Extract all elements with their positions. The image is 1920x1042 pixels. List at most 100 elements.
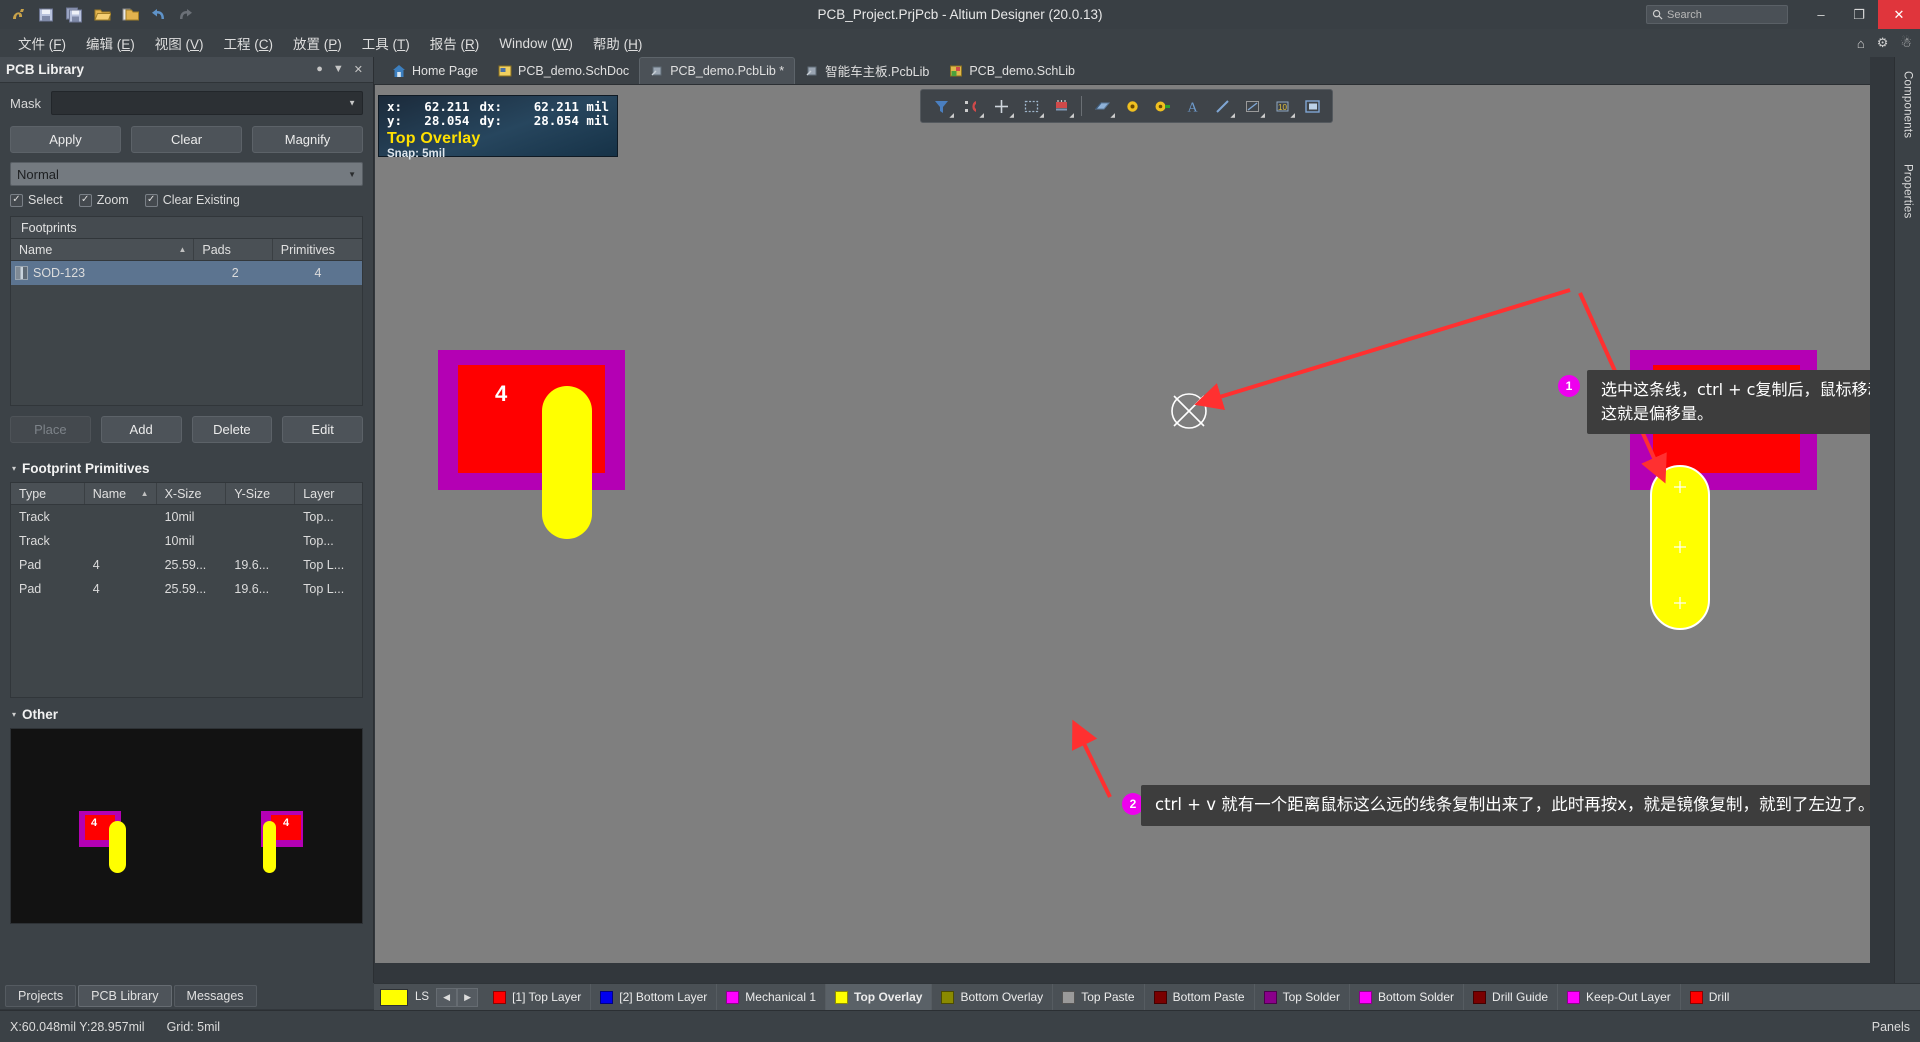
table-row[interactable]: SOD-123 2 4 bbox=[11, 261, 362, 285]
footprint-preview[interactable]: 4 4 bbox=[10, 728, 363, 924]
panel-tab-messages[interactable]: Messages bbox=[173, 985, 257, 1007]
layer-tab-top-solder[interactable]: Top Solder bbox=[1255, 983, 1350, 1011]
pin-icon[interactable]: ● bbox=[316, 63, 323, 76]
layer-tab-top-layer[interactable]: [1] Top Layer bbox=[484, 983, 592, 1011]
user-icon[interactable]: ☃ bbox=[1900, 35, 1912, 51]
place-via-icon[interactable] bbox=[1118, 93, 1146, 119]
checkbox-select[interactable]: ✓ Select bbox=[10, 193, 63, 207]
layer-tab-mechanical-1[interactable]: Mechanical 1 bbox=[717, 983, 827, 1011]
menu-edit[interactable]: 编辑 (E) bbox=[76, 30, 145, 56]
layer-tab-keep-out-layer[interactable]: Keep-Out Layer bbox=[1558, 983, 1681, 1011]
place-line-icon[interactable]: ◢ bbox=[1208, 93, 1236, 119]
magnify-button[interactable]: Magnify bbox=[252, 126, 363, 153]
menu-file[interactable]: 文件 (F) bbox=[8, 30, 76, 56]
layer-tab-drill[interactable]: Drill bbox=[1681, 984, 1739, 1011]
home-icon[interactable]: ⌂ bbox=[1857, 36, 1865, 51]
magnet-icon[interactable]: ◢ bbox=[957, 93, 985, 119]
delete-button[interactable]: Delete bbox=[191, 416, 273, 443]
search-input[interactable]: Search bbox=[1646, 5, 1788, 24]
add-button[interactable]: Add bbox=[100, 416, 182, 443]
clear-button[interactable]: Clear bbox=[131, 126, 242, 153]
footprint-primitives-section-header[interactable]: ▾ Footprint Primitives bbox=[10, 452, 363, 482]
layer-tab-bottom-paste[interactable]: Bottom Paste bbox=[1145, 983, 1255, 1011]
close-button[interactable]: ✕ bbox=[1878, 0, 1920, 29]
table-row[interactable]: Track 10mil Top... bbox=[11, 505, 362, 529]
save-all-icon[interactable] bbox=[62, 4, 86, 26]
layer-tab-bottom-solder[interactable]: Bottom Solder bbox=[1350, 983, 1465, 1011]
other-section-header[interactable]: ▾ Other bbox=[10, 698, 363, 728]
layer-sets-swatch[interactable] bbox=[380, 988, 408, 1006]
place-dimension-icon[interactable]: 10 ◢ bbox=[1268, 93, 1296, 119]
col-header-primitives[interactable]: Primitives bbox=[273, 239, 362, 260]
mode-select[interactable]: Normal ▼ bbox=[10, 162, 363, 186]
menu-help[interactable]: 帮助 (H) bbox=[583, 30, 653, 56]
table-row[interactable]: Pad 4 25.59... 19.6... Top L... bbox=[11, 577, 362, 601]
tab-home-page[interactable]: Home Page bbox=[382, 57, 488, 84]
layer-tab-drill-guide[interactable]: Drill Guide bbox=[1464, 983, 1559, 1011]
panels-button[interactable]: Panels bbox=[1872, 1020, 1910, 1034]
panel-tab-projects[interactable]: Projects bbox=[5, 985, 77, 1007]
table-row[interactable]: Track 10mil Top... bbox=[11, 529, 362, 553]
maximize-button[interactable]: ❐ bbox=[1840, 0, 1878, 29]
col-header-name[interactable]: Name ▲ bbox=[11, 239, 195, 260]
menu-window[interactable]: Window (W) bbox=[489, 33, 583, 54]
select-area-icon[interactable]: ◢ bbox=[1017, 93, 1045, 119]
edit-button[interactable]: Edit bbox=[282, 416, 363, 443]
checkbox-clear-existing[interactable]: ✓ Clear Existing bbox=[144, 193, 240, 207]
crosshair-icon[interactable]: ◢ bbox=[987, 93, 1015, 119]
layer-prev-button[interactable]: ◀ bbox=[436, 987, 458, 1007]
save-icon[interactable] bbox=[34, 4, 58, 26]
place-track-icon[interactable]: ◢ bbox=[1088, 93, 1116, 119]
close-panel-icon[interactable]: ✕ bbox=[354, 63, 363, 76]
collapse-triangle-icon[interactable]: ▾ bbox=[12, 710, 16, 719]
left-pad-overlay-track[interactable] bbox=[542, 386, 592, 539]
altium-logo-icon[interactable] bbox=[6, 4, 30, 26]
open-project-icon[interactable] bbox=[118, 4, 142, 26]
apply-button[interactable]: Apply bbox=[10, 126, 121, 153]
layer-tab-top-paste[interactable]: Top Paste bbox=[1053, 983, 1145, 1011]
menu-project[interactable]: 工程 (C) bbox=[214, 30, 284, 56]
collapse-triangle-icon[interactable]: ▾ bbox=[12, 464, 16, 473]
chevron-down-icon[interactable]: ▼ bbox=[348, 170, 356, 179]
tab-pcb-demo-schlib[interactable]: PCB_demo.SchLib bbox=[939, 57, 1085, 84]
table-row[interactable]: Pad 4 25.59... 19.6... Top L... bbox=[11, 553, 362, 577]
open-folder-icon[interactable] bbox=[90, 4, 114, 26]
checkbox-zoom[interactable]: ✓ Zoom bbox=[78, 193, 129, 207]
place-component-icon[interactable]: ◢ bbox=[1047, 93, 1075, 119]
minimize-button[interactable]: – bbox=[1802, 0, 1840, 29]
tab-pcb-demo-pcblib[interactable]: PCB_demo.PcbLib * bbox=[639, 57, 796, 84]
tab-pcb-demo-schdoc[interactable]: PCB_demo.SchDoc bbox=[488, 57, 639, 84]
place-pad-icon[interactable] bbox=[1148, 93, 1176, 119]
layer-tab-bottom-overlay[interactable]: Bottom Overlay bbox=[932, 983, 1054, 1011]
menu-place[interactable]: 放置 (P) bbox=[283, 30, 352, 56]
pcb-editor-canvas[interactable]: x: 62.211 dx: 62.211 mil y: 28.054 dy: 2… bbox=[375, 85, 1870, 963]
menu-tools[interactable]: 工具 (T) bbox=[352, 30, 420, 56]
col-header-prim-name[interactable]: Name ▲ bbox=[85, 483, 157, 504]
mask-input[interactable]: ▼ bbox=[51, 91, 363, 115]
col-header-type[interactable]: Type bbox=[11, 483, 85, 504]
dock-tab-components[interactable]: Components bbox=[1900, 65, 1916, 144]
layer-tab-bottom-layer[interactable]: [2] Bottom Layer bbox=[591, 983, 718, 1011]
layer-next-button[interactable]: ▶ bbox=[457, 987, 479, 1007]
tab-smartcar-pcblib[interactable]: 智能车主板.PcbLib bbox=[795, 57, 939, 84]
place-polygon-icon[interactable]: ◢ bbox=[1238, 93, 1266, 119]
menu-view[interactable]: 视图 (V) bbox=[145, 30, 214, 56]
undo-icon[interactable] bbox=[146, 4, 170, 26]
chevron-down-icon[interactable]: ▼ bbox=[348, 99, 356, 108]
col-header-layer[interactable]: Layer bbox=[295, 483, 362, 504]
checkbox-zoom-box[interactable]: ✓ bbox=[78, 193, 92, 207]
menu-reports[interactable]: 报告 (R) bbox=[420, 30, 490, 56]
dock-tab-properties[interactable]: Properties bbox=[1900, 158, 1916, 224]
panel-tab-pcb-library[interactable]: PCB Library bbox=[78, 985, 172, 1007]
place-text-icon[interactable]: A bbox=[1178, 93, 1206, 119]
col-header-xsize[interactable]: X-Size bbox=[157, 483, 227, 504]
checkbox-clear-existing-box[interactable]: ✓ bbox=[144, 193, 158, 207]
col-header-pads[interactable]: Pads bbox=[194, 239, 273, 260]
minimize-panel-icon[interactable]: ▼ bbox=[333, 63, 344, 76]
col-header-ysize[interactable]: Y-Size bbox=[226, 483, 296, 504]
checkbox-select-box[interactable]: ✓ bbox=[10, 193, 23, 207]
gear-icon[interactable]: ⚙ bbox=[1877, 35, 1889, 51]
filter-icon[interactable]: ◢ bbox=[927, 93, 955, 119]
place-fill-icon[interactable] bbox=[1298, 93, 1326, 119]
layer-tab-top-overlay[interactable]: Top Overlay bbox=[826, 983, 933, 1011]
